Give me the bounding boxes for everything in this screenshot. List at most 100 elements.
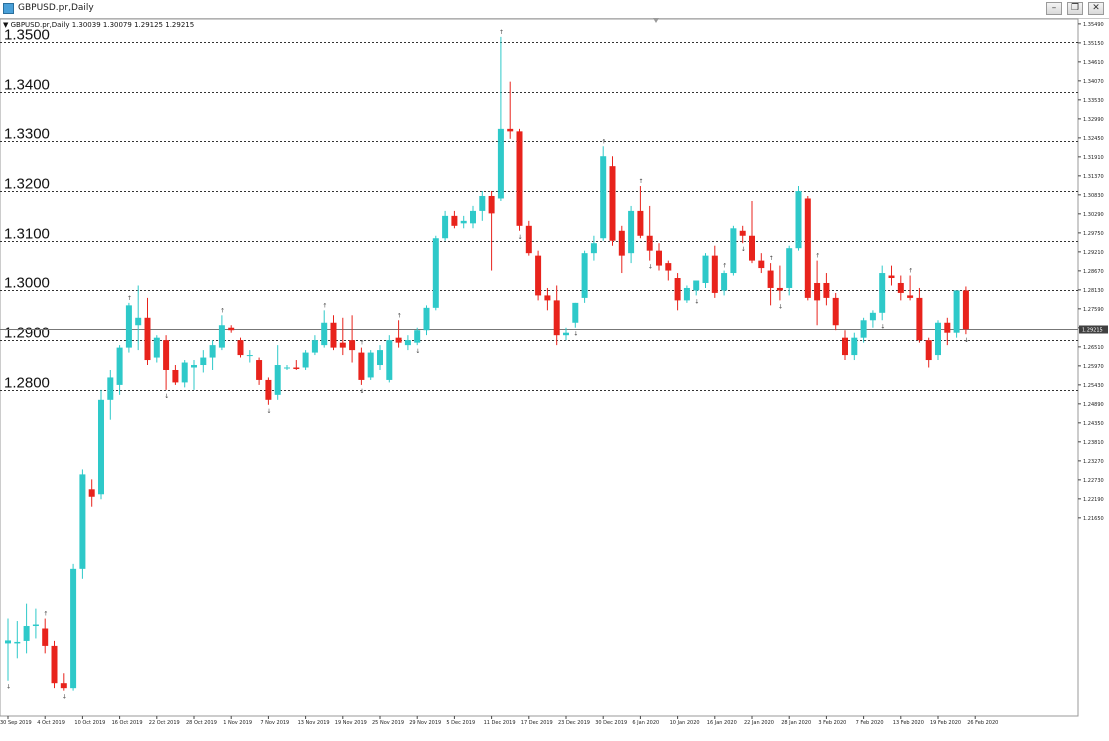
y-axis-label: 1.29750 bbox=[1083, 231, 1104, 237]
candle-body bbox=[144, 317, 151, 361]
y-axis-label: 1.33530 bbox=[1083, 98, 1104, 104]
candle-body bbox=[563, 332, 569, 336]
x-axis-label: 22 Jan 2020 bbox=[744, 720, 774, 726]
y-axis-label: 1.32450 bbox=[1083, 136, 1104, 142]
y-axis-label: 1.31910 bbox=[1083, 155, 1104, 161]
fractal-up-icon: ↑ bbox=[397, 312, 402, 319]
fractal-down-icon: ↓ bbox=[778, 303, 783, 310]
candle-body bbox=[553, 300, 560, 336]
candle-body bbox=[776, 287, 783, 291]
candle-body bbox=[497, 128, 504, 199]
candle-body bbox=[302, 352, 309, 368]
candle-body bbox=[767, 270, 774, 288]
candle-body bbox=[284, 367, 290, 369]
y-axis-label: 1.23810 bbox=[1083, 440, 1104, 446]
candle-body bbox=[191, 365, 197, 368]
candle-body bbox=[721, 273, 728, 291]
candle-body bbox=[135, 317, 142, 326]
x-axis-label: 16 Oct 2019 bbox=[112, 720, 143, 726]
x-axis-label: 10 Jan 2020 bbox=[670, 720, 700, 726]
candle-body bbox=[237, 340, 244, 356]
fractal-down-icon: ↓ bbox=[741, 246, 746, 253]
x-axis-label: 26 Feb 2020 bbox=[967, 720, 998, 726]
candle-body bbox=[814, 282, 821, 301]
candle-body bbox=[395, 337, 402, 343]
candle-body bbox=[311, 340, 318, 353]
candle-body bbox=[70, 568, 77, 689]
candle-body bbox=[470, 210, 476, 224]
candle-body bbox=[860, 320, 867, 338]
candle-body bbox=[935, 322, 941, 356]
y-axis-label: 1.25430 bbox=[1083, 383, 1104, 389]
candle-body bbox=[377, 350, 383, 366]
fractal-down-icon: ↓ bbox=[573, 331, 578, 338]
current-price-label: 1.29215 bbox=[1082, 328, 1103, 334]
candle-body bbox=[14, 641, 21, 644]
x-axis-label: 22 Oct 2019 bbox=[149, 720, 180, 726]
candle-body bbox=[116, 347, 123, 385]
candle-body bbox=[897, 282, 904, 293]
price-chart[interactable]: 1.3500 1.3400 1.3300 1.3200 1.3100 1.3000 1.29… bbox=[0, 0, 1109, 741]
candle-body bbox=[749, 235, 755, 261]
x-axis-label: 17 Dec 2019 bbox=[521, 720, 553, 726]
y-axis-label: 1.28130 bbox=[1083, 288, 1104, 294]
candle-body bbox=[618, 230, 625, 256]
candle-body bbox=[209, 345, 216, 358]
candle-body bbox=[842, 337, 848, 356]
candle-body bbox=[656, 250, 662, 266]
fractal-down-icon: ↓ bbox=[964, 337, 969, 344]
candle-body bbox=[181, 362, 188, 383]
y-axis-label: 1.27590 bbox=[1083, 307, 1104, 313]
candle-body bbox=[246, 355, 253, 357]
candle-body bbox=[786, 248, 793, 288]
y-axis-label: 1.22190 bbox=[1083, 497, 1104, 503]
candle-body bbox=[451, 215, 458, 226]
candle-body bbox=[125, 305, 132, 348]
candle-body bbox=[488, 195, 495, 214]
candle-body bbox=[358, 352, 365, 380]
candle-body bbox=[23, 626, 30, 641]
level-label: 1.3100 bbox=[4, 226, 50, 243]
fractal-up-icon: ↑ bbox=[220, 307, 225, 314]
candle-body bbox=[172, 369, 179, 383]
candle-body bbox=[42, 628, 49, 646]
candle-body bbox=[953, 290, 960, 333]
candle-body bbox=[423, 307, 430, 331]
candle-body bbox=[925, 340, 932, 361]
candle-body bbox=[107, 377, 114, 400]
candle-body bbox=[98, 399, 104, 495]
candle-body bbox=[60, 683, 67, 689]
level-label: 1.3500 bbox=[4, 27, 50, 44]
candle-body bbox=[693, 280, 700, 291]
y-axis-label: 1.22730 bbox=[1083, 478, 1104, 484]
fractal-down-icon: ↓ bbox=[164, 393, 169, 400]
x-axis-label: 19 Nov 2019 bbox=[335, 720, 367, 726]
level-label: 1.3200 bbox=[4, 176, 50, 193]
candle-body bbox=[293, 367, 300, 369]
x-axis-label: 5 Dec 2019 bbox=[446, 720, 475, 726]
candle-body bbox=[609, 166, 616, 241]
x-axis-label: 30 Sep 2019 bbox=[0, 720, 32, 726]
y-axis-label: 1.24350 bbox=[1083, 421, 1104, 427]
candle-body bbox=[321, 322, 328, 346]
fractal-down-icon: ↓ bbox=[694, 298, 699, 305]
candle-body bbox=[218, 325, 225, 348]
candle-body bbox=[683, 287, 690, 301]
y-axis-label: 1.25970 bbox=[1083, 364, 1104, 370]
y-axis-label: 1.23270 bbox=[1083, 459, 1104, 465]
candle-body bbox=[507, 128, 514, 132]
candle-body bbox=[711, 255, 718, 293]
fractal-up-icon: ↑ bbox=[722, 263, 727, 270]
candle-body bbox=[163, 340, 170, 370]
fractal-down-icon: ↓ bbox=[6, 684, 11, 691]
candle-body bbox=[600, 156, 607, 239]
candle-body bbox=[5, 640, 11, 644]
fractal-down-icon: ↓ bbox=[518, 234, 523, 241]
candle-body bbox=[153, 337, 160, 358]
x-axis-label: 28 Jan 2020 bbox=[781, 720, 811, 726]
x-axis-label: 7 Feb 2020 bbox=[856, 720, 884, 726]
candle-body bbox=[628, 210, 635, 254]
x-axis-label: 6 Jan 2020 bbox=[632, 720, 659, 726]
y-axis-label: 1.32990 bbox=[1083, 117, 1104, 123]
y-axis-label: 1.30290 bbox=[1083, 212, 1104, 218]
